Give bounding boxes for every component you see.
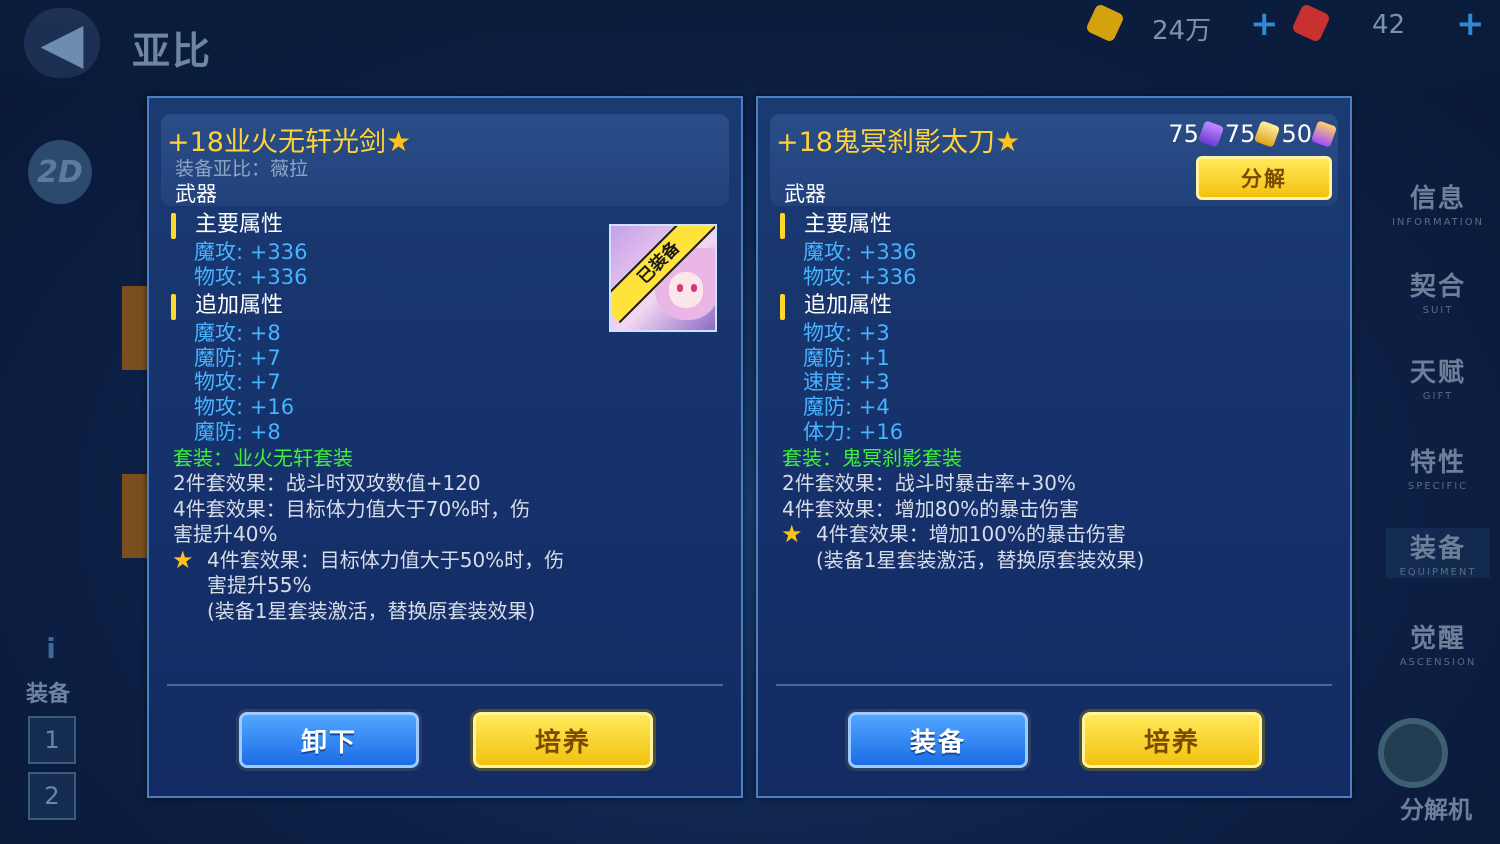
side-menu-sublabel: INFORMATION: [1391, 217, 1485, 228]
stat-line: 体力: +16: [803, 419, 904, 444]
item-owner: 装备亚比：薇拉: [175, 158, 309, 180]
star-icon: ★: [385, 125, 412, 158]
side-menu-suit[interactable]: 契合 SUIT: [1386, 266, 1490, 316]
train-button[interactable]: 培养: [1082, 712, 1262, 768]
stat-line: 魔防: +1: [803, 345, 890, 370]
item-stats: 主要属性 魔攻: +336 物攻: +336 追加属性 魔攻: +8 魔防: +…: [167, 208, 617, 624]
decompose-button[interactable]: 分解: [1196, 156, 1332, 200]
unequip-button[interactable]: 卸下: [239, 712, 419, 768]
side-menu-label: 装备: [1409, 534, 1466, 564]
train-button[interactable]: 培养: [473, 712, 653, 768]
stat-line: 魔攻: +336: [194, 240, 308, 264]
reward-amount: 50: [1281, 120, 1312, 148]
star-set-effect-note: (装备1星套装激活，替换原套装效果): [816, 547, 1145, 572]
page-title: 亚比: [132, 29, 213, 73]
side-menu-label: 觉醒: [1409, 624, 1466, 654]
side-menu-label: 天赋: [1409, 358, 1466, 388]
item-slot-type: 武器: [175, 182, 217, 206]
set-effect-line: 2件套效果：战斗时暴击率+30%: [782, 471, 1076, 496]
side-menu-equipment[interactable]: 装备 EQUIPMENT: [1386, 528, 1490, 578]
back-arrow-icon: ◀: [40, 10, 84, 76]
stat-line: 速度: +3: [803, 370, 890, 395]
avatar-eye: [677, 284, 683, 292]
divider: [167, 684, 723, 686]
star-set-effect-line: 害提升55%: [207, 573, 312, 598]
side-menu-information[interactable]: 信息 INFORMATION: [1386, 178, 1490, 228]
decomposer-icon[interactable]: [1378, 718, 1448, 788]
side-menu-sublabel: ASCENSION: [1399, 657, 1477, 668]
gold-crystal-icon: [1254, 120, 1281, 148]
owner-avatar[interactable]: 已装备: [609, 224, 717, 332]
set-name: 套装：业火无轩套装: [173, 446, 353, 471]
side-menu-sublabel: SUIT: [1422, 305, 1454, 316]
divider: [776, 684, 1332, 686]
item-stats: 主要属性 魔攻: +336 物攻: +336 追加属性 物攻: +3 魔防: +…: [776, 208, 1226, 573]
set-effect-line: 4件套效果：目标体力值大于70%时，伤: [173, 496, 531, 521]
avatar-eye: [691, 284, 697, 292]
side-menu-sublabel: GIFT: [1422, 391, 1454, 402]
reward-amount: 75: [1224, 120, 1256, 148]
gem-amount: 42: [1372, 10, 1406, 40]
reward-amount: 75: [1168, 120, 1199, 148]
gold-amount: 24万: [1152, 16, 1212, 46]
left-nav-label: 装备: [26, 682, 71, 707]
side-menu-label: 契合: [1409, 272, 1466, 302]
decomposer-label[interactable]: 分解机: [1400, 790, 1472, 825]
view-2d-badge[interactable]: 2D: [28, 140, 92, 204]
item-name: +18鬼冥刹影太刀★: [776, 120, 1020, 159]
equip-slot-1[interactable]: 1: [28, 716, 76, 764]
background-card: [122, 474, 148, 558]
add-gem-button[interactable]: +: [1456, 4, 1485, 44]
set-effect-line: 2件套效果：战斗时双攻数值+120: [173, 471, 481, 496]
main-stats-title: 主要属性: [167, 210, 617, 240]
stat-line: 物攻: +16: [194, 394, 295, 419]
set-effect-line: 4件套效果：增加80%的暴击伤害: [782, 496, 1080, 521]
side-menu-label: 信息: [1409, 184, 1466, 214]
star-icon: ★: [172, 545, 194, 574]
set-name: 套装：鬼冥刹影套装: [782, 446, 962, 471]
equip-slot-2[interactable]: 2: [28, 772, 76, 820]
star-icon: ★: [994, 125, 1021, 158]
item-slot-type: 武器: [784, 182, 826, 206]
star-set-effect-text: 4件套效果：目标体力值大于50%时，伤: [207, 547, 565, 572]
extra-stats-title: 追加属性: [776, 291, 1226, 321]
side-menu-gift[interactable]: 天赋 GIFT: [1386, 352, 1490, 402]
star-set-effect-text: 4件套效果：增加100%的暴击伤害: [816, 522, 1126, 547]
decompose-rewards: 75 75 50: [1168, 120, 1338, 148]
candidate-item-panel: +18鬼冥刹影太刀★ 75 75 50 分解 武器 主要属性 魔攻: +336 …: [756, 96, 1352, 798]
stat-line: 魔攻: +8: [194, 321, 281, 346]
side-menu-sublabel: SPECIFIC: [1407, 481, 1469, 492]
side-menu-label: 特性: [1409, 448, 1466, 478]
stat-line: 物攻: +336: [803, 264, 917, 289]
stat-line: 魔防: +4: [803, 394, 890, 419]
stat-line: 物攻: +7: [194, 370, 281, 395]
side-menu-specific[interactable]: 特性 SPECIFIC: [1386, 442, 1490, 492]
star-set-effect: ★ 4件套效果：目标体力值大于50%时，伤: [167, 545, 617, 574]
extra-stats-title: 追加属性: [167, 291, 617, 321]
background-card: [122, 286, 148, 370]
stat-line: 物攻: +336: [194, 264, 308, 289]
back-button[interactable]: ◀: [24, 8, 100, 78]
side-menu-ascension[interactable]: 觉醒 ASCENSION: [1386, 618, 1490, 668]
equipped-item-panel: +18业火无轩光剑★ 装备亚比：薇拉 武器 已装备 主要属性 魔攻: +336 …: [147, 96, 743, 798]
item-name-text: +18鬼冥刹影太刀: [776, 127, 995, 158]
star-icon: ★: [781, 520, 803, 549]
star-set-effect-note: (装备1星套装激活，替换原套装效果): [207, 598, 536, 623]
equip-button[interactable]: 装备: [848, 712, 1028, 768]
stat-line: 魔攻: +336: [803, 240, 917, 264]
side-menu-sublabel: EQUIPMENT: [1399, 567, 1477, 578]
stat-line: 魔防: +8: [194, 419, 281, 444]
stat-line: 物攻: +3: [803, 321, 890, 346]
main-stats-title: 主要属性: [776, 210, 1226, 240]
add-gold-button[interactable]: +: [1250, 4, 1279, 44]
set-effect-line: 害提升40%: [173, 522, 278, 547]
star-set-effect: ★ 4件套效果：增加100%的暴击伤害: [776, 522, 1226, 548]
stat-line: 魔防: +7: [194, 345, 281, 370]
avatar-face: [669, 272, 703, 308]
info-icon[interactable]: i: [38, 632, 64, 666]
rainbow-crystal-icon: [1310, 120, 1338, 148]
purple-crystal-icon: [1197, 120, 1225, 148]
